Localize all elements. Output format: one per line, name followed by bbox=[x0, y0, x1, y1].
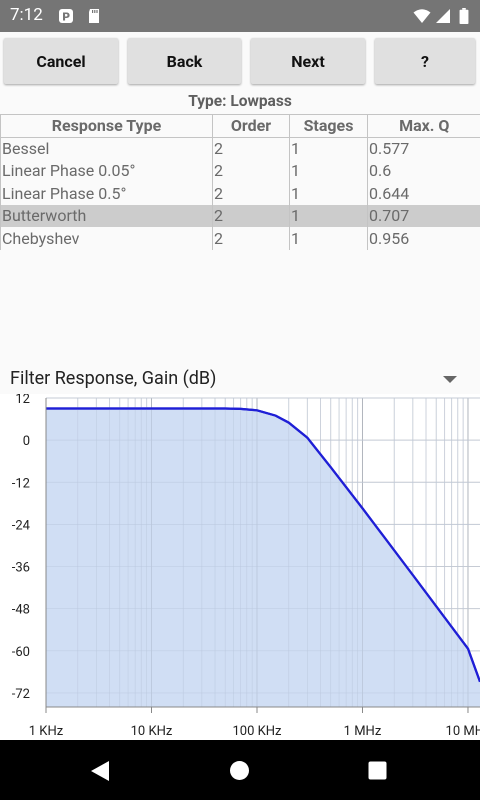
battery-icon bbox=[459, 8, 469, 24]
y-tick-label: 0 bbox=[23, 434, 30, 449]
cell-max-q: 0.6 bbox=[367, 159, 480, 182]
app-root: 7:12 P Cancel Back Next ? Type: Lowpass bbox=[0, 0, 480, 800]
x-tick-label: 10 KHz bbox=[131, 724, 173, 739]
status-time: 7:12 bbox=[10, 5, 43, 25]
y-tick-label: 12 bbox=[15, 394, 30, 407]
x-tick-label: 10 MHz bbox=[446, 724, 480, 739]
x-tick-label: 1 MHz bbox=[344, 724, 382, 739]
x-tick-label: 100 KHz bbox=[232, 724, 282, 739]
cell-response-type: Chebyshev bbox=[0, 227, 213, 250]
table-row[interactable]: Butterworth 2 1 0.707 bbox=[0, 204, 480, 227]
graph-type-dropdown[interactable]: Filter Response, Gain (dB) bbox=[0, 364, 480, 394]
table-row[interactable]: Bessel 2 1 0.577 bbox=[0, 137, 480, 160]
cell-response-type: Linear Phase 0.5° bbox=[0, 182, 213, 205]
button-toolbar: Cancel Back Next ? bbox=[0, 32, 480, 90]
sd-card-icon bbox=[89, 9, 99, 23]
header-max-q: Max. Q bbox=[367, 114, 480, 138]
cell-order: 2 bbox=[212, 227, 290, 250]
table-row[interactable]: Linear Phase 0.5° 2 1 0.644 bbox=[0, 182, 480, 205]
svg-text:P: P bbox=[62, 11, 70, 24]
cell-stages: 1 bbox=[289, 204, 368, 227]
y-tick-label: -72 bbox=[12, 687, 30, 702]
y-tick-label: -24 bbox=[12, 518, 31, 533]
navigation-bar bbox=[0, 740, 480, 800]
cell-stages: 1 bbox=[289, 182, 368, 205]
header-response-type: Response Type bbox=[0, 114, 213, 138]
filter-type-label: Type: Lowpass bbox=[188, 92, 292, 110]
y-tick-label: -48 bbox=[12, 603, 30, 618]
back-button[interactable]: Back bbox=[128, 38, 241, 84]
response-type-table: Response Type Order Stages Max. Q Bessel… bbox=[0, 114, 480, 250]
cancel-button[interactable]: Cancel bbox=[4, 38, 118, 84]
cell-stages: 1 bbox=[289, 159, 368, 182]
table-row[interactable]: Linear Phase 0.05° 2 1 0.6 bbox=[0, 159, 480, 182]
chart-series bbox=[45, 397, 480, 707]
status-bar: 7:12 P bbox=[0, 0, 480, 32]
filter-response-chart: 12 0 -12 -24 -36 -48 -60 -72 1 KHz 10 KHz 100 KHz 1… bbox=[0, 392, 480, 740]
series-area-fill bbox=[46, 408, 480, 707]
recents-square-icon[interactable] bbox=[368, 761, 387, 780]
table-header-row: Response Type Order Stages Max. Q bbox=[0, 114, 480, 138]
graph-type-selected: Filter Response, Gain (dB) bbox=[10, 368, 217, 389]
header-order: Order bbox=[212, 114, 290, 138]
y-tick-label: -60 bbox=[12, 645, 30, 660]
dropdown-arrow-icon bbox=[443, 376, 457, 383]
y-tick-label: -12 bbox=[12, 476, 30, 491]
cell-response-type: Linear Phase 0.05° bbox=[0, 159, 213, 182]
cell-order: 2 bbox=[212, 204, 290, 227]
cell-stages: 1 bbox=[289, 227, 368, 250]
cell-order: 2 bbox=[212, 182, 290, 205]
cell-max-q: 0.644 bbox=[367, 182, 480, 205]
y-tick-label: -36 bbox=[12, 561, 30, 576]
cell-order: 2 bbox=[212, 137, 290, 160]
home-circle-icon[interactable] bbox=[229, 760, 250, 781]
x-tick-label: 1 KHz bbox=[29, 724, 64, 739]
cell-response-type: Bessel bbox=[0, 137, 213, 160]
cell-order: 2 bbox=[212, 159, 290, 182]
chart-svg: 12 0 -12 -24 -36 -48 -60 -72 1 KHz 10 KHz 100 KHz 1… bbox=[12, 392, 480, 739]
notification-p-icon: P bbox=[59, 9, 73, 24]
cell-stages: 1 bbox=[289, 137, 368, 160]
back-triangle-icon[interactable] bbox=[90, 760, 110, 782]
signal-icon bbox=[436, 9, 450, 23]
cell-max-q: 0.956 bbox=[367, 227, 480, 250]
cell-response-type: Butterworth bbox=[0, 204, 213, 227]
cell-max-q: 0.577 bbox=[367, 137, 480, 160]
next-button[interactable]: Next bbox=[251, 38, 365, 84]
wifi-icon bbox=[413, 9, 431, 23]
table-row[interactable]: Chebyshev 2 1 0.956 bbox=[0, 227, 480, 250]
header-stages: Stages bbox=[289, 114, 368, 138]
help-button[interactable]: ? bbox=[375, 38, 475, 84]
cell-max-q: 0.707 bbox=[367, 204, 480, 227]
